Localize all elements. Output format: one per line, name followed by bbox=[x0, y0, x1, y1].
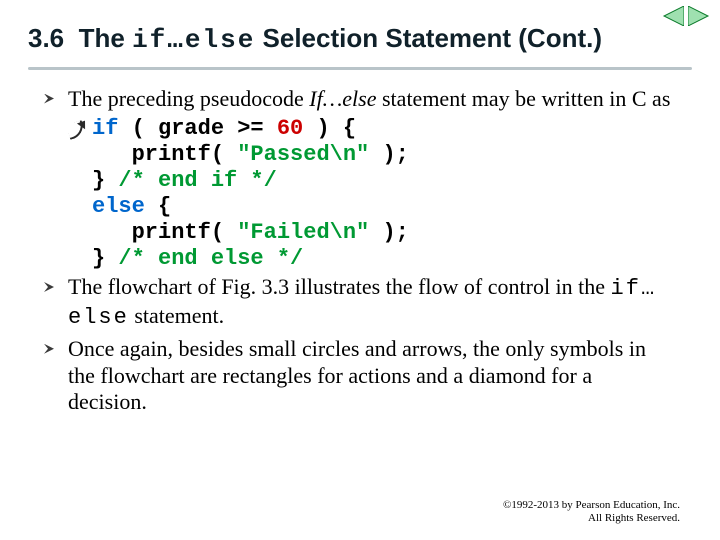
code-block: if ( grade >= 60 ) { printf( "Passed\n" … bbox=[44, 116, 676, 272]
slide-body: The preceding pseudocode If…else stateme… bbox=[0, 80, 720, 417]
bullet-2: The flowchart of Fig. 3.3 illustrates th… bbox=[44, 274, 676, 332]
ifelse-ital: If…else bbox=[309, 86, 376, 111]
copyright-line-1: ©1992-2013 by Pearson Education, Inc. bbox=[503, 499, 680, 513]
bullet-1: The preceding pseudocode If…else stateme… bbox=[44, 86, 676, 113]
copyright-footer: ©1992-2013 by Pearson Education, Inc. Al… bbox=[503, 499, 680, 527]
title-mono: if…else bbox=[132, 25, 255, 55]
code-line-3: } /* end if */ bbox=[92, 168, 676, 194]
code-line-4: else { bbox=[92, 194, 676, 220]
nav-arrows bbox=[662, 6, 710, 26]
nav-prev-icon[interactable] bbox=[662, 6, 684, 26]
copyright-line-2: All Rights Reserved. bbox=[503, 512, 680, 526]
section-number: 3.6 bbox=[28, 23, 64, 53]
title-heading: 3.6 The if…else Selection Statement (Con… bbox=[28, 22, 692, 57]
bullet-3: Once again, besides small circles and ar… bbox=[44, 336, 676, 416]
code-line-5: printf( "Failed\n" ); bbox=[92, 220, 676, 246]
slide-title: 3.6 The if…else Selection Statement (Con… bbox=[0, 0, 720, 63]
title-divider bbox=[28, 67, 692, 70]
code-line-2: printf( "Passed\n" ); bbox=[92, 142, 676, 168]
code-line-6: } /* end else */ bbox=[92, 246, 676, 272]
code-line-1: if ( grade >= 60 ) { bbox=[92, 116, 676, 142]
nav-next-icon[interactable] bbox=[688, 6, 710, 26]
